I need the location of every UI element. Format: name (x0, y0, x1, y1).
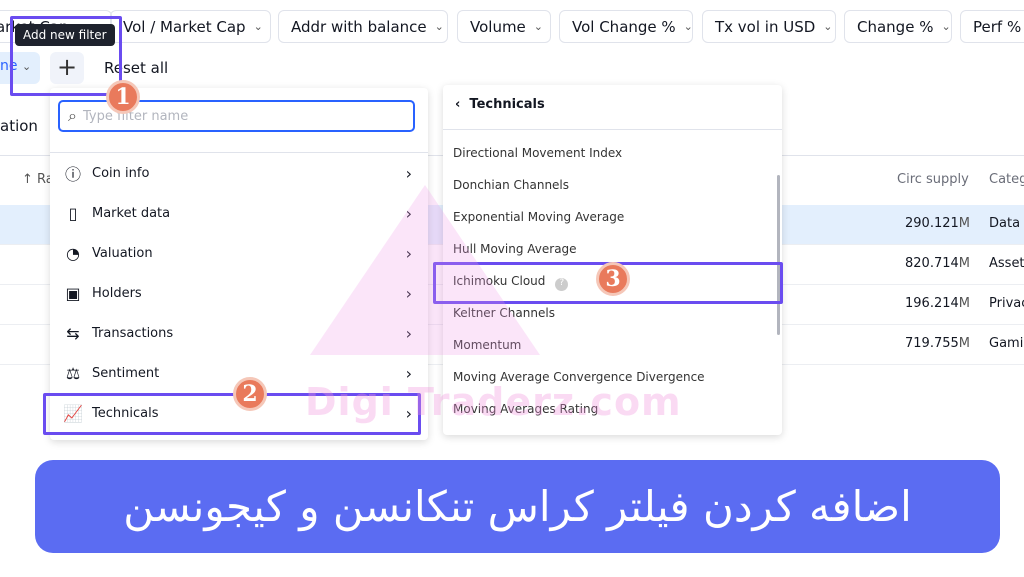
filter-chip[interactable]: Vol / Market Cap ⌄ (110, 10, 271, 43)
submenu-item[interactable]: Directional Movement Index (453, 146, 622, 160)
title-banner: اضافه کردن فیلتر کراس تنکانسن و کیجونسن (35, 460, 1000, 553)
step-badge-1: 1 (106, 80, 140, 114)
chevron-down-icon: ⌄ (533, 20, 544, 33)
arrows-icon: ⇆ (66, 323, 80, 343)
divider (443, 129, 782, 130)
chevron-down-icon: ⌄ (941, 20, 951, 33)
highlight-add-filter (10, 16, 122, 96)
wallet-icon: ▣ (65, 283, 81, 303)
chevron-down-icon: ⌄ (253, 20, 263, 33)
filter-chip[interactable]: Vol Change % ⌄ (559, 10, 693, 43)
candlestick-icon: ▯ (68, 203, 78, 223)
scrollbar[interactable] (777, 175, 780, 335)
scales-icon: ⚖ (65, 363, 81, 383)
filter-chip[interactable]: Perf %⌄ (960, 10, 1024, 43)
chevron-down-icon: ⌄ (683, 20, 693, 33)
filter-chip[interactable]: Change % ⌄ (844, 10, 952, 43)
search-icon: ⌕ (68, 106, 77, 125)
pie-chart-icon: ◔ (66, 243, 80, 263)
info-icon: ⓘ (64, 165, 81, 184)
chevron-down-icon: ⌄ (823, 20, 833, 33)
tab-valuation[interactable]: ation (0, 117, 38, 135)
watermark-logo: Digi Traderz.com (305, 380, 682, 424)
watermark-triangle (310, 185, 540, 355)
rank-header[interactable]: ↑ Ra (22, 172, 54, 187)
step-badge-2: 2 (233, 377, 267, 411)
chevron-left-icon: ‹ (455, 97, 461, 112)
chevron-down-icon: ⌄ (434, 20, 444, 33)
filter-chip[interactable]: Tx vol in USD ⌄ (702, 10, 836, 43)
filter-chip[interactable]: Volume ⌄ (457, 10, 551, 43)
category-header[interactable]: Categ (989, 172, 1024, 187)
circ-supply-header[interactable]: Circ supply (897, 172, 969, 187)
step-badge-3: 3 (596, 262, 630, 296)
filter-chip[interactable]: Addr with balance ⌄ (278, 10, 448, 43)
back-button[interactable]: ‹ Technicals (455, 97, 545, 112)
